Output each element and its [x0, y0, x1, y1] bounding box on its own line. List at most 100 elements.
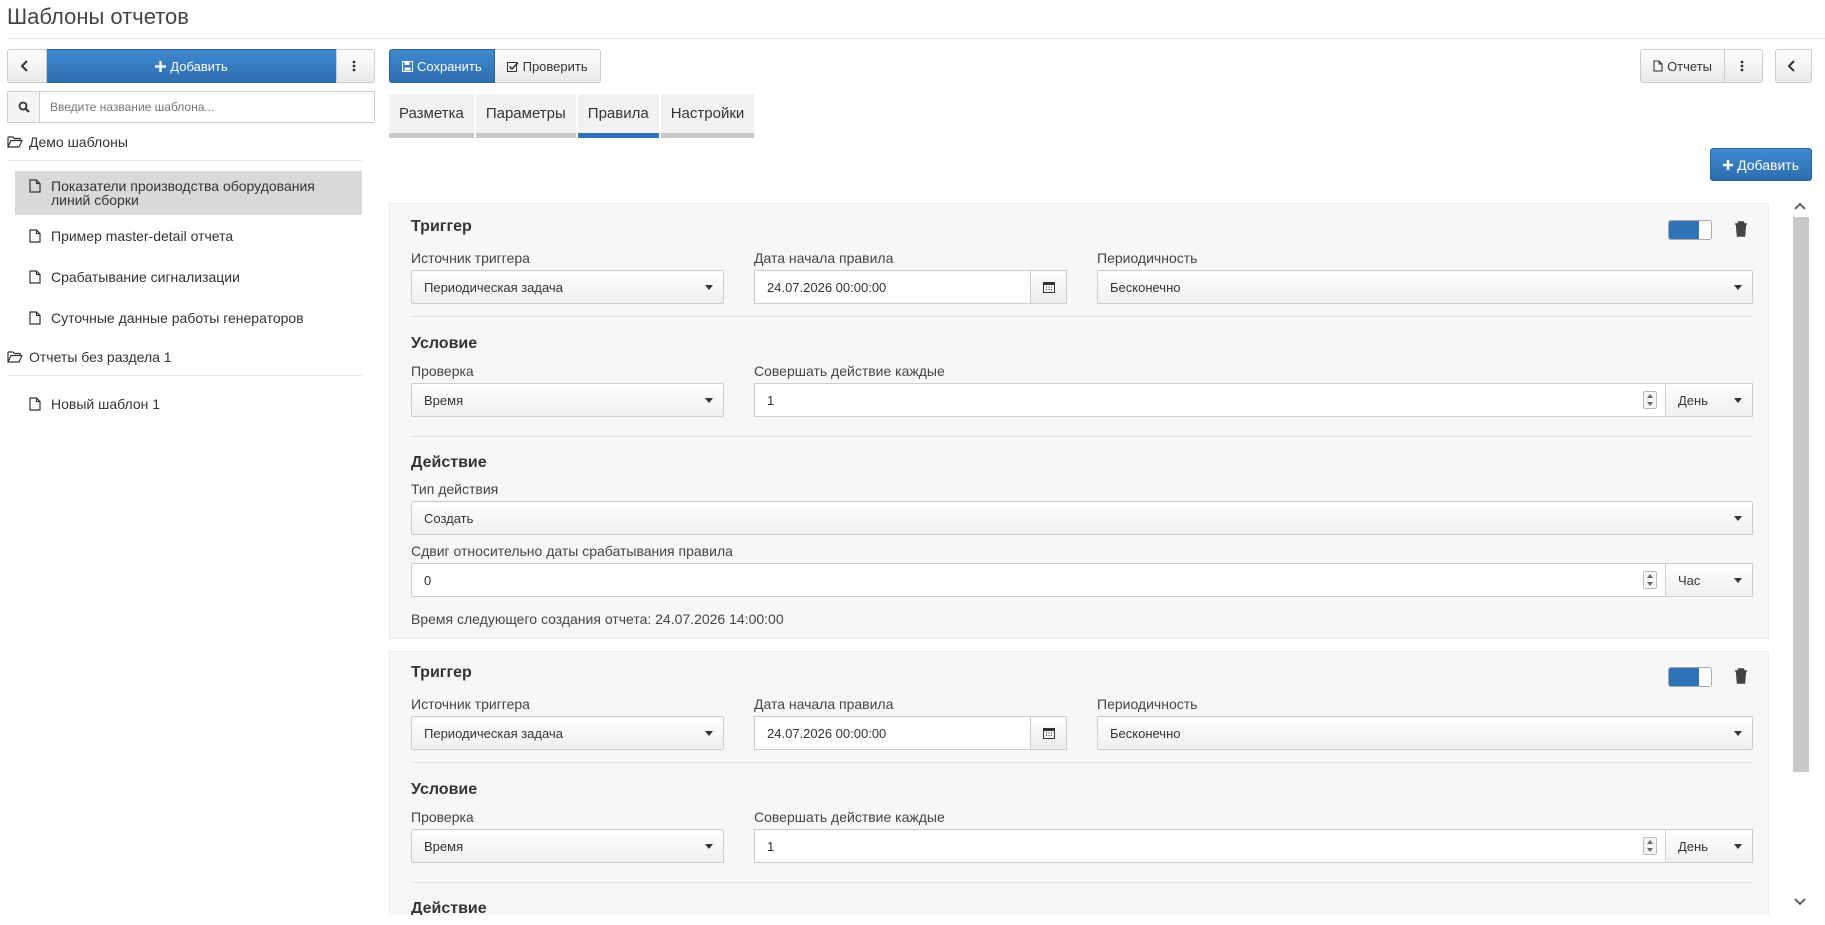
action-type-select[interactable]: Создать [411, 501, 1753, 535]
shift-input[interactable]: 0 [411, 563, 1666, 597]
rules-scrollbar[interactable] [1790, 195, 1810, 915]
tab-layout[interactable]: Разметка [389, 94, 474, 138]
action-title: Действие [411, 454, 487, 471]
back-button[interactable] [7, 49, 47, 83]
add-rule-label: Добавить [1737, 156, 1799, 173]
every-input[interactable]: 1 [754, 829, 1666, 863]
check-type-select[interactable]: Время [411, 829, 724, 863]
periodicity-value: Бесконечно [1110, 725, 1181, 741]
add-rule-button[interactable]: Добавить [1710, 148, 1812, 181]
collapse-panel-button[interactable] [1775, 49, 1812, 83]
templates-tree: Демо шаблоны Показатели производства обо… [7, 123, 375, 419]
file-icon [1653, 60, 1663, 72]
template-item-label: Срабатывание сигнализации [51, 269, 240, 285]
scrollbar-thumb[interactable] [1793, 217, 1809, 772]
file-icon [29, 270, 41, 284]
rule-start-input[interactable]: 24.07.2026 00:00:00 [754, 716, 1031, 750]
every-unit-select[interactable]: День [1665, 829, 1753, 863]
template-item[interactable]: Суточные данные работы генераторов [15, 303, 362, 333]
every-value: 1 [767, 392, 775, 408]
shift-value: 0 [424, 572, 432, 588]
scroll-up-icon[interactable] [1794, 201, 1806, 213]
condition-title: Условие [411, 335, 478, 352]
trash-icon[interactable] [1733, 220, 1749, 238]
every-input[interactable]: 1 [754, 383, 1666, 417]
action-type-value: Создать [424, 510, 474, 526]
every-unit-value: День [1678, 392, 1708, 408]
every-unit-select[interactable]: День [1665, 383, 1753, 417]
tree-group[interactable]: Отчеты без раздела 1 [7, 338, 362, 376]
file-icon [29, 397, 41, 411]
number-spinner[interactable] [1643, 837, 1657, 855]
search-input[interactable] [40, 92, 374, 122]
periodicity-select[interactable]: Бесконечно [1097, 270, 1753, 304]
page-title: Шаблоны отчетов [7, 4, 189, 29]
periodicity-select[interactable]: Бесконечно [1097, 716, 1753, 750]
reports-menu-button[interactable] [1725, 49, 1763, 83]
template-item-label: Новый шаблон 1 [51, 396, 161, 412]
check-label: Проверить [522, 58, 588, 74]
template-item-label: Суточные данные работы генераторов [51, 310, 304, 326]
template-item[interactable]: Срабатывание сигнализации [15, 262, 362, 292]
tab-rules[interactable]: Правила [577, 94, 659, 138]
tab-parameters[interactable]: Параметры [475, 94, 576, 138]
rule-start-input[interactable]: 24.07.2026 00:00:00 [754, 270, 1031, 304]
tree-group-label: Демо шаблоны [29, 133, 128, 150]
rule-card: Триггер Источник триггера Периодическая … [389, 651, 1769, 915]
number-spinner[interactable] [1643, 571, 1657, 589]
rule-card: Триггер Источник триггера Периодическая … [389, 203, 1769, 639]
kebab-icon [352, 60, 355, 72]
rule-enabled-toggle[interactable] [1668, 220, 1712, 240]
tab-settings[interactable]: Настройки [660, 94, 755, 138]
template-item[interactable]: Показатели производства оборудования лин… [15, 171, 362, 215]
right-toolbar: Отчеты [1640, 49, 1812, 83]
template-item[interactable]: Пример master-detail отчета [15, 221, 362, 251]
template-item[interactable]: Новый шаблон 1 [15, 389, 362, 419]
trigger-title: Триггер [411, 218, 472, 235]
rule-enabled-toggle[interactable] [1668, 667, 1712, 687]
check-button[interactable]: Проверить [494, 49, 601, 83]
folder-open-icon [7, 136, 23, 148]
periodicity-value: Бесконечно [1110, 279, 1181, 295]
tree-group[interactable]: Демо шаблоны [7, 123, 362, 161]
every-unit-value: День [1678, 838, 1708, 854]
every-value: 1 [767, 838, 775, 854]
rule-start-label: Дата начала правила [754, 696, 894, 712]
trigger-source-select[interactable]: Периодическая задача [411, 270, 724, 304]
more-menu-button[interactable] [336, 49, 375, 83]
condition-title: Условие [411, 781, 478, 798]
rule-start-label: Дата начала правила [754, 250, 894, 266]
search-icon[interactable] [8, 92, 40, 122]
section-divider [411, 316, 1753, 317]
trigger-source-select[interactable]: Периодическая задача [411, 716, 724, 750]
chevron-left-icon [20, 60, 28, 72]
periodicity-label: Периодичность [1097, 696, 1198, 712]
floppy-icon [402, 60, 413, 72]
trash-icon[interactable] [1733, 667, 1749, 685]
calendar-button[interactable] [1030, 270, 1067, 304]
number-spinner[interactable] [1643, 391, 1657, 409]
every-label: Совершать действие каждые [754, 363, 945, 379]
action-title: Действие [411, 900, 487, 915]
plus-icon [155, 60, 167, 72]
folder-open-icon [7, 351, 23, 363]
calendar-icon [1042, 728, 1055, 739]
tree-group-label: Отчеты без раздела 1 [29, 348, 172, 365]
check-type-value: Время [424, 392, 464, 408]
plus-icon [1723, 159, 1734, 170]
shift-unit-select[interactable]: Час [1665, 563, 1753, 597]
check-type-select[interactable]: Время [411, 383, 724, 417]
check-type-value: Время [424, 838, 464, 854]
periodicity-label: Периодичность [1097, 250, 1198, 266]
reports-label: Отчеты [1667, 58, 1712, 74]
trigger-title: Триггер [411, 664, 472, 681]
scroll-down-icon[interactable] [1794, 895, 1806, 907]
add-template-button[interactable]: Добавить [47, 49, 336, 83]
rules-list: Триггер Источник триггера Периодическая … [389, 201, 1800, 915]
editor-tabs: Разметка Параметры Правила Настройки [389, 94, 756, 138]
calendar-button[interactable] [1030, 716, 1067, 750]
reports-button[interactable]: Отчеты [1640, 49, 1725, 83]
section-divider [411, 436, 1753, 437]
save-button[interactable]: Сохранить [389, 49, 495, 83]
search-box [7, 91, 375, 123]
